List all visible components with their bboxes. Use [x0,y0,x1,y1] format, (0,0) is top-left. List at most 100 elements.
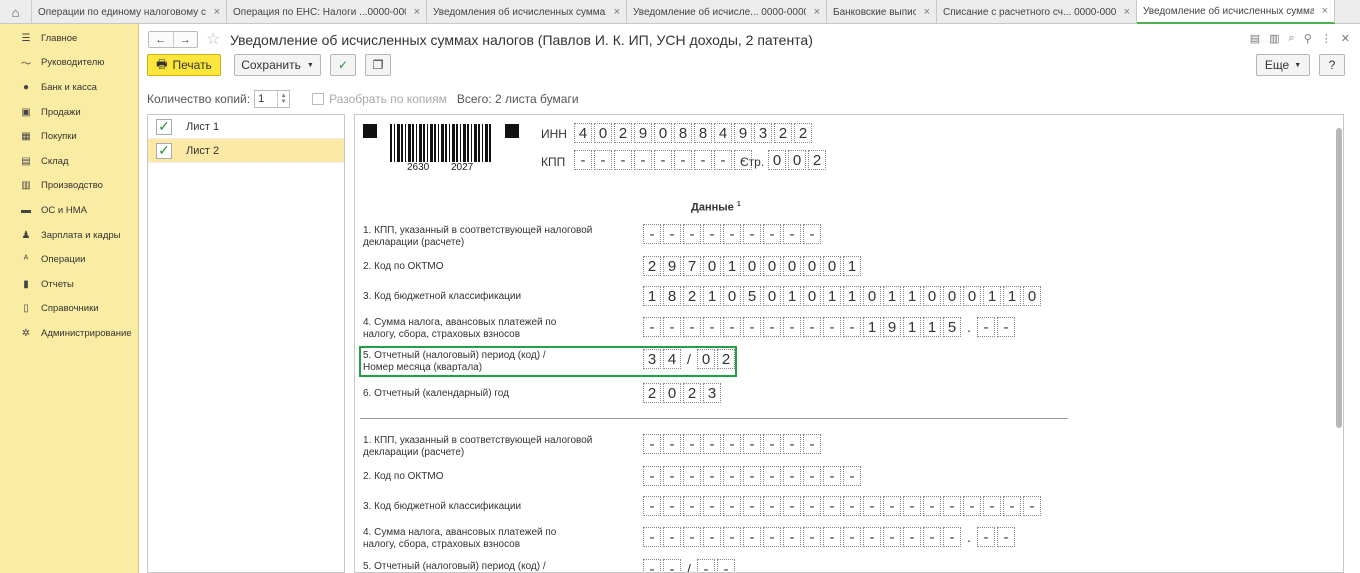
form-cell: - [783,224,801,244]
field-5-label: 5. Отчетный (налоговый) период (код) / Н… [363,350,546,373]
sidebar-item-2[interactable]: 〜 Руководителю [0,51,138,76]
barcode [390,124,493,162]
help-button[interactable]: ? [1319,54,1345,76]
form-cell: - [763,496,781,516]
sidebar-section-icon: ▤ [21,155,31,167]
field-4-rubles: -----------19115 [643,317,963,337]
tab-close-icon[interactable]: × [614,6,620,18]
sidebar-item-label: Покупки [41,131,77,143]
form-cell: 8 [663,286,681,306]
form-cell: - [683,434,701,454]
field-6-cells: 2023 [643,383,723,403]
tab-close-icon[interactable]: × [924,6,930,18]
tab-label: Уведомления об исчисленных суммах ... [433,6,606,18]
close-icon[interactable]: ✕ [1341,32,1350,45]
tab-close-icon[interactable]: × [214,6,220,18]
vertical-scrollbar[interactable] [1335,116,1343,573]
form-cell: - [883,527,901,547]
forward-arrow-icon[interactable]: → [172,32,198,47]
form-cell: - [803,496,821,516]
sidebar-item-9[interactable]: ♟ Зарплата и кадры [0,223,138,248]
sheet-item-1[interactable]: ✓ Лист 1 [148,115,344,139]
menu-icon[interactable]: ⋮ [1321,32,1332,45]
form-cell: - [683,466,701,486]
sidebar-item-10[interactable]: ᴬ Операции [0,247,138,272]
tab-7[interactable]: Уведомление об исчисленных суммах ... × [1137,0,1335,24]
field-4-kopecks: -- [977,317,1017,337]
form-cell: - [643,527,661,547]
sidebar-section-icon: ▣ [21,106,31,118]
form-cell: - [983,496,1001,516]
tab-close-icon[interactable]: × [814,6,820,18]
field-5-period-2: -- [643,559,683,572]
home-icon[interactable]: ⌂ [0,0,32,24]
checkbox-checked-icon[interactable]: ✓ [156,118,172,135]
sidebar-item-1[interactable]: ☰ Главное [0,26,138,51]
save-dropdown-button[interactable]: Сохранить ▼ [234,54,321,76]
section-divider [360,418,1068,419]
sheet-item-2[interactable]: ✓ Лист 2 [148,139,344,163]
back-arrow-icon[interactable]: ← [149,32,173,47]
copies-stepper[interactable]: 1 ▲ ▼ [254,90,291,108]
link-icon[interactable]: ⚲ [1304,32,1312,45]
sidebar-item-5[interactable]: ▦ Покупки [0,124,138,149]
tab-6[interactable]: Списание с расчетного сч... 0000-000130 × [937,0,1137,24]
tab-2[interactable]: Операция по ЕНС: Налоги ...0000-000102 × [227,0,427,24]
tab-close-icon[interactable]: × [1124,6,1130,18]
sidebar-item-11[interactable]: ▮ Отчеты [0,272,138,297]
inn-label: ИНН [541,127,567,141]
checkbox-checked-icon[interactable]: ✓ [156,142,172,159]
favorite-star-icon[interactable]: ☆ [206,29,220,49]
sidebar-item-8[interactable]: ▬ ОС и НМА [0,198,138,223]
split-copies-checkbox[interactable] [312,93,325,105]
tab-5[interactable]: Банковские выписки × [827,0,937,24]
form-cell: - [923,496,941,516]
form-cell: - [1023,496,1041,516]
stepper-arrows-icon[interactable]: ▲ ▼ [277,91,289,107]
field-3-label-2: 3. Код бюджетной классификации [363,501,522,512]
sidebar-item-label: Главное [41,32,78,44]
form-cell: 2 [614,123,632,143]
copy-button[interactable]: ❐ [365,54,391,76]
copies-value[interactable]: 1 [255,91,277,107]
form-cell: 0 [1023,286,1041,306]
tab-3[interactable]: Уведомления об исчисленных суммах ... × [427,0,627,24]
field-2-cells-2: ----------- [643,466,863,486]
form-cell: - [843,496,861,516]
sidebar-section-icon: ▦ [21,131,31,143]
sidebar-item-4[interactable]: ▣ Продажи [0,100,138,125]
tab-4[interactable]: Уведомление об исчисле... 0000-000032 × [627,0,827,24]
more-button[interactable]: Еще ▼ [1256,54,1310,76]
print-button[interactable]: 🖶 Печать [147,54,221,76]
sidebar-item-3[interactable]: ● Банк и касса [0,75,138,100]
print-preview-icon[interactable]: ▤ [1250,32,1260,45]
zoom-icon[interactable]: ⌕ [1289,32,1295,45]
tab-close-icon[interactable]: × [414,6,420,18]
form-cell: 1 [1003,286,1021,306]
form-cell: 9 [883,317,901,337]
sidebar-item-13[interactable]: ✲ Администрирование [0,321,138,346]
tab-close-icon[interactable]: × [1322,5,1328,17]
form-cell: 8 [694,123,712,143]
total-pages-label: Всего: 2 листа бумаги [456,92,579,106]
form-cell: - [654,150,672,170]
sidebar-item-7[interactable]: ▥ Производство [0,174,138,199]
tab-1[interactable]: Операции по единому налоговому счету × [32,0,227,24]
slash-separator: / [687,351,691,367]
sidebar-section-icon: ● [22,81,30,93]
form-cell: 5 [743,286,761,306]
form-cell: 0 [823,256,841,276]
form-cell: - [997,527,1015,547]
sidebar-item-6[interactable]: ▤ Склад [0,149,138,174]
save-icon[interactable]: ▥ [1269,32,1279,45]
form-cell: - [663,559,681,572]
sidebar-item-12[interactable]: ▯ Справочники [0,297,138,322]
sidebar-item-label: Справочники [41,303,99,315]
scrollbar-thumb[interactable] [1336,128,1342,428]
form-cell: - [843,466,861,486]
form-cell: 0 [703,256,721,276]
field-1-label-2: 1. КПП, указанный в соответствующей нало… [363,435,593,458]
check-edit-button[interactable]: ✓ [330,54,356,76]
form-cell: - [703,224,721,244]
slash-separator: / [687,561,691,573]
